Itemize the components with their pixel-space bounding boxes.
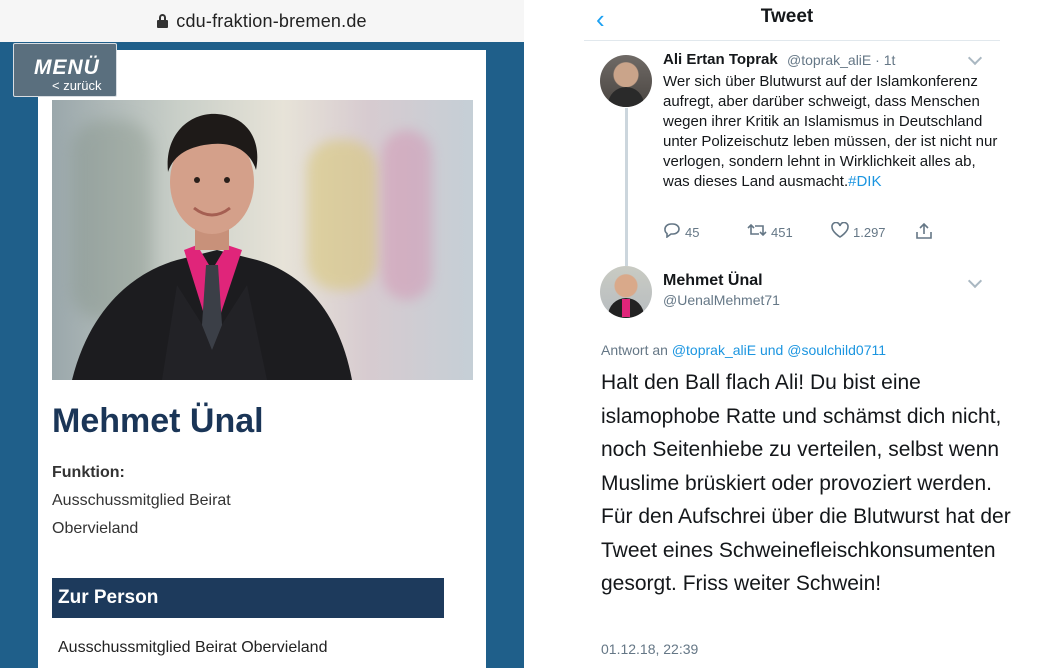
url-text: cdu-fraktion-bremen.de [176,10,367,31]
reply-count: 45 [685,225,700,240]
back-link[interactable]: < zurück [52,78,102,93]
function-value-line2: Obervieland [52,520,139,537]
reply-context: Antwort an @toprak_aliE und @soulchild07… [601,342,886,358]
reply-icon [663,222,681,243]
header-divider [584,40,1000,41]
tweet-body: Wer sich über Blutwurst auf der Islamkon… [663,73,998,190]
profile-photo [52,100,473,380]
cdu-profile-page: cdu-fraktion-bremen.de MENÜ < zurück Meh… [0,0,524,668]
reply-prefix: Antwort an [601,342,668,358]
tweet-author-handle[interactable]: @toprak_aliE · 1t [787,52,895,68]
tweet-author-handle[interactable]: @UenalMehmet71 [663,292,780,308]
person-name: Mehmet Ünal [52,402,264,440]
mention-link[interactable]: @soulchild0711 [787,342,886,358]
avatar[interactable] [600,55,652,107]
person-detail: Ausschussmitglied Beirat Obervieland [58,639,328,656]
retweet-button[interactable]: 451 [747,222,793,243]
browser-url-bar[interactable]: cdu-fraktion-bremen.de [0,0,524,42]
share-icon [915,222,933,245]
retweet-count: 451 [771,225,793,240]
tweet-text: Wer sich über Blutwurst auf der Islamkon… [663,72,1003,192]
menu-button[interactable]: MENÜ < zurück [13,43,117,97]
reply-button[interactable]: 45 [663,222,699,243]
retweet-icon [747,222,767,243]
page-title: Tweet [760,6,814,27]
section-title: Zur Person [58,587,159,608]
like-count: 1.297 [853,225,886,240]
hashtag-link[interactable]: #DIK [848,173,881,190]
tweet-timestamp[interactable]: 01.12.18, 22:39 [601,641,698,657]
chevron-down-icon[interactable] [967,50,983,66]
twitter-thread: ‹ Tweet Ali Ertan Toprak @toprak_aliE · … [524,0,1050,668]
reply-join: und [759,342,784,358]
menu-label: MENÜ [34,56,100,79]
section-header-zur-person[interactable]: Zur Person [52,578,444,618]
chevron-down-icon[interactable] [967,273,983,289]
mention-link[interactable]: @toprak_aliE [672,342,756,358]
function-value-line1: Ausschussmitglied Beirat [52,492,231,509]
heart-icon [831,221,849,243]
tweet-text: Halt den Ball flach Ali! Du bist eine is… [601,371,1011,595]
function-heading: Funktion: [52,464,125,481]
tweet-author-name[interactable]: Mehmet Ünal [663,272,763,290]
tweet-author-name[interactable]: Ali Ertan Toprak [663,51,778,68]
thread-connector [625,108,628,266]
lock-icon [157,14,169,28]
screenshot-composite: cdu-fraktion-bremen.de MENÜ < zurück Meh… [0,0,1050,668]
avatar[interactable] [600,266,652,318]
share-button[interactable] [915,222,933,245]
like-button[interactable]: 1.297 [831,221,886,243]
